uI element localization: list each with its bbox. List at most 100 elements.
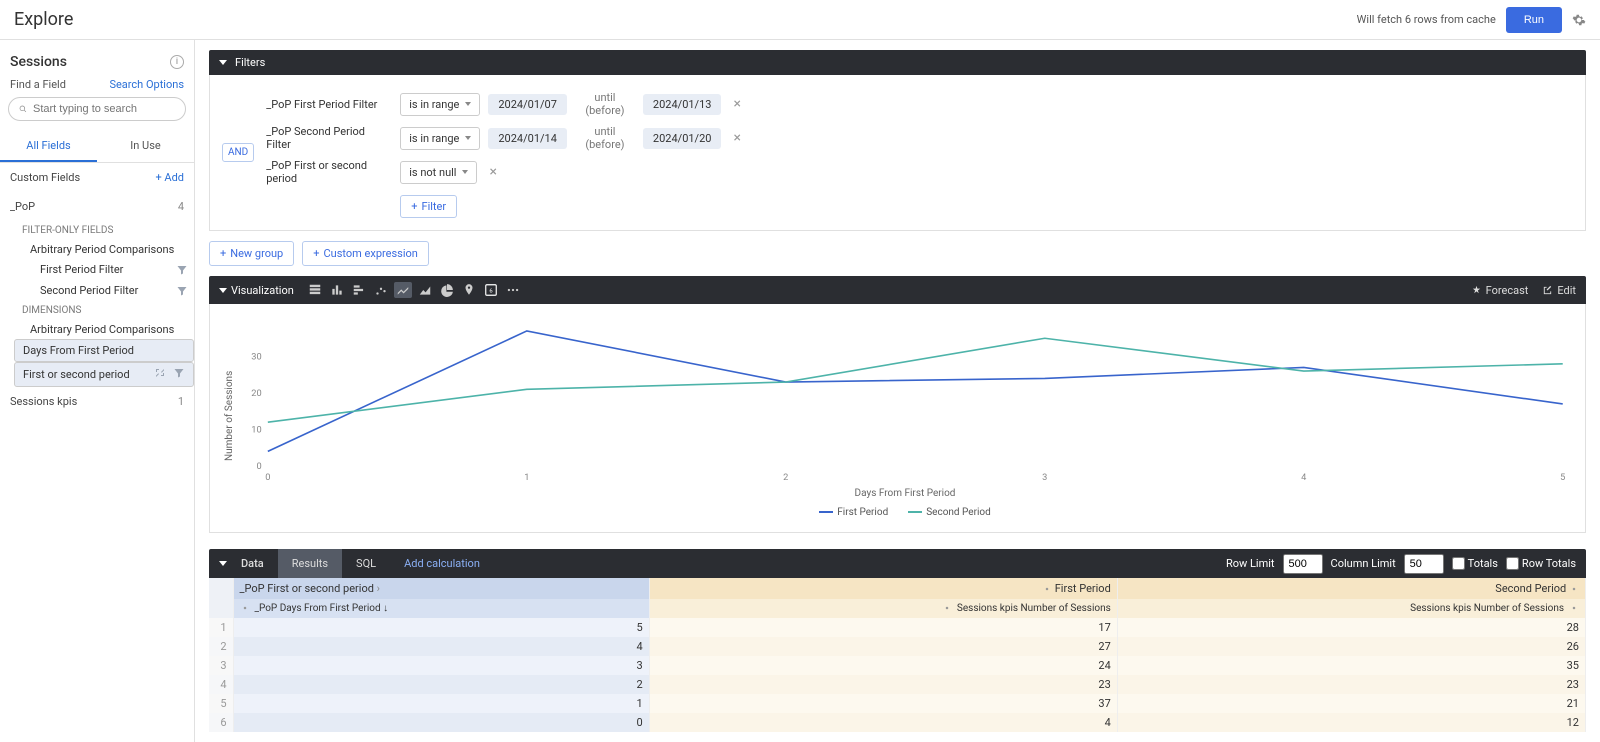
filter-end-date-1[interactable]: 2024/01/13 [643,94,722,115]
fetch-status-text: Will fetch 6 rows from cache [1357,13,1496,26]
sidebar-group-arbitrary-2[interactable]: Arbitrary Period Comparisons [14,320,194,339]
svg-text:1: 1 [524,473,529,483]
first-or-second-period-label: First or second period [23,368,130,381]
sidebar-pop-view[interactable]: _PoP 4 [0,192,194,221]
remove-filter-icon[interactable]: × [485,164,500,180]
visualization-title: Visualization [231,284,294,297]
row-limit-label: Row Limit [1226,557,1275,570]
svg-text:30: 30 [251,353,261,363]
filter-start-date-1[interactable]: 2024/01/07 [488,94,567,115]
filter-only-fields-header: FILTER-ONLY FIELDS [14,221,194,240]
filter-label-3: _PoP First or second period [262,159,392,185]
second-period-filter-label: Second Period Filter [40,284,138,297]
collapse-icon[interactable] [219,60,227,65]
second-period-header: Second Period [1495,582,1566,595]
row-totals-checkbox[interactable] [1506,557,1519,570]
add-filter-button[interactable]: + Filter [400,195,457,218]
column-limit-input[interactable] [1404,554,1444,574]
dimensions-header: DIMENSIONS [14,301,194,320]
totals-checkbox[interactable] [1452,557,1465,570]
sidebar-item-first-period-filter[interactable]: First Period Filter [14,259,194,280]
forecast-button[interactable]: Forecast [1471,284,1529,297]
filter-end-date-2[interactable]: 2024/01/20 [643,128,722,149]
tab-all-fields[interactable]: All Fields [0,131,97,162]
add-custom-field[interactable]: + Add [155,171,184,184]
collapse-icon[interactable] [219,288,227,293]
sidebar-group-arbitrary-1[interactable]: Arbitrary Period Comparisons [14,240,194,259]
days-from-first-period-subheader: _PoP Days From First Period [254,603,380,614]
page-title: Explore [14,9,73,30]
run-button[interactable]: Run [1506,7,1562,33]
gear-icon[interactable] [240,603,250,613]
line-viz-icon[interactable] [394,282,412,298]
sidebar-item-first-or-second-period[interactable]: First or second period [14,362,194,387]
map-viz-icon[interactable] [460,282,478,298]
filter-op-select-3[interactable]: is not null [400,161,477,184]
sessions-kpis-label: Sessions kpis [10,395,77,408]
custom-fields-label: Custom Fields [10,171,80,184]
single-value-viz-icon[interactable]: 6 [482,282,500,298]
visualization-panel-header[interactable]: Visualization 6 Forecast Edit [209,276,1586,304]
filter-op-select-2[interactable]: is in range [400,127,480,150]
remove-filter-icon[interactable]: × [729,96,744,112]
remove-filter-icon[interactable]: × [729,130,744,146]
sidebar-item-second-period-filter[interactable]: Second Period Filter [14,280,194,301]
svg-text:2: 2 [783,473,788,483]
filter-icon [176,264,188,276]
explore-name: Sessions [10,54,67,70]
line-chart: 0102030012345 [237,314,1573,484]
y-axis-title: Number of Sessions [222,314,237,518]
gear-icon[interactable] [1572,13,1586,27]
pop-count: 4 [178,200,184,213]
add-calculation-button[interactable]: Add calculation [390,549,494,578]
number-of-sessions-subheader-2: Sessions kpis Number of Sessions [1410,603,1564,614]
edit-viz-button[interactable]: Edit [1542,284,1576,297]
svg-text:5: 5 [1560,473,1565,483]
pivot-icon [154,367,166,379]
pie-viz-icon[interactable] [438,282,456,298]
custom-expression-button[interactable]: + Custom expression [302,241,429,266]
search-input[interactable] [33,103,175,115]
filter-group-and-chip: AND [222,143,254,162]
first-period-header: First Period [1055,582,1111,595]
info-icon[interactable]: i [170,55,184,69]
svg-text:3: 3 [1042,473,1047,483]
sidebar-item-days-from-first-period[interactable]: Days From First Period [14,339,194,362]
search-options-link[interactable]: Search Options [109,78,184,91]
svg-text:6: 6 [489,288,492,294]
bar-viz-icon[interactable] [350,282,368,298]
gear-icon[interactable] [1042,584,1052,594]
filters-panel-header[interactable]: Filters [209,50,1586,75]
sidebar-custom-fields[interactable]: Custom Fields + Add [0,163,194,192]
gear-icon[interactable] [1569,603,1579,613]
pop-view-label: _PoP [10,200,35,213]
row-limit-input[interactable] [1283,554,1323,574]
gear-icon[interactable] [942,603,952,613]
data-tab-results[interactable]: Results [278,549,342,578]
column-viz-icon[interactable] [328,282,346,298]
gear-icon[interactable] [1569,584,1579,594]
table-viz-icon[interactable] [306,282,324,298]
more-viz-icon[interactable] [504,282,522,298]
table-row: 513721 [209,694,1586,713]
svg-text:4: 4 [1301,473,1306,483]
table-row: 60412 [209,713,1586,732]
filter-label-2: _PoP Second Period Filter [262,125,392,151]
data-tab-sql[interactable]: SQL [342,549,390,578]
table-row: 242726 [209,637,1586,656]
filter-icon [176,285,188,297]
area-viz-icon[interactable] [416,282,434,298]
sidebar-sessions-kpis[interactable]: Sessions kpis 1 [0,387,194,416]
dim-header: _PoP First or second period [240,582,374,595]
chart-legend: First PeriodSecond Period [237,507,1573,518]
filter-label-1: _PoP First Period Filter [262,98,392,111]
first-period-filter-label: First Period Filter [40,263,123,276]
filter-mid-1: until (before) [575,91,635,117]
filter-op-select-1[interactable]: is in range [400,93,480,116]
collapse-icon[interactable] [219,561,227,566]
tab-in-use[interactable]: In Use [97,131,194,162]
column-limit-label: Column Limit [1331,557,1396,570]
scatter-viz-icon[interactable] [372,282,390,298]
filter-start-date-2[interactable]: 2024/01/14 [488,128,567,149]
new-group-button[interactable]: + New group [209,241,294,266]
